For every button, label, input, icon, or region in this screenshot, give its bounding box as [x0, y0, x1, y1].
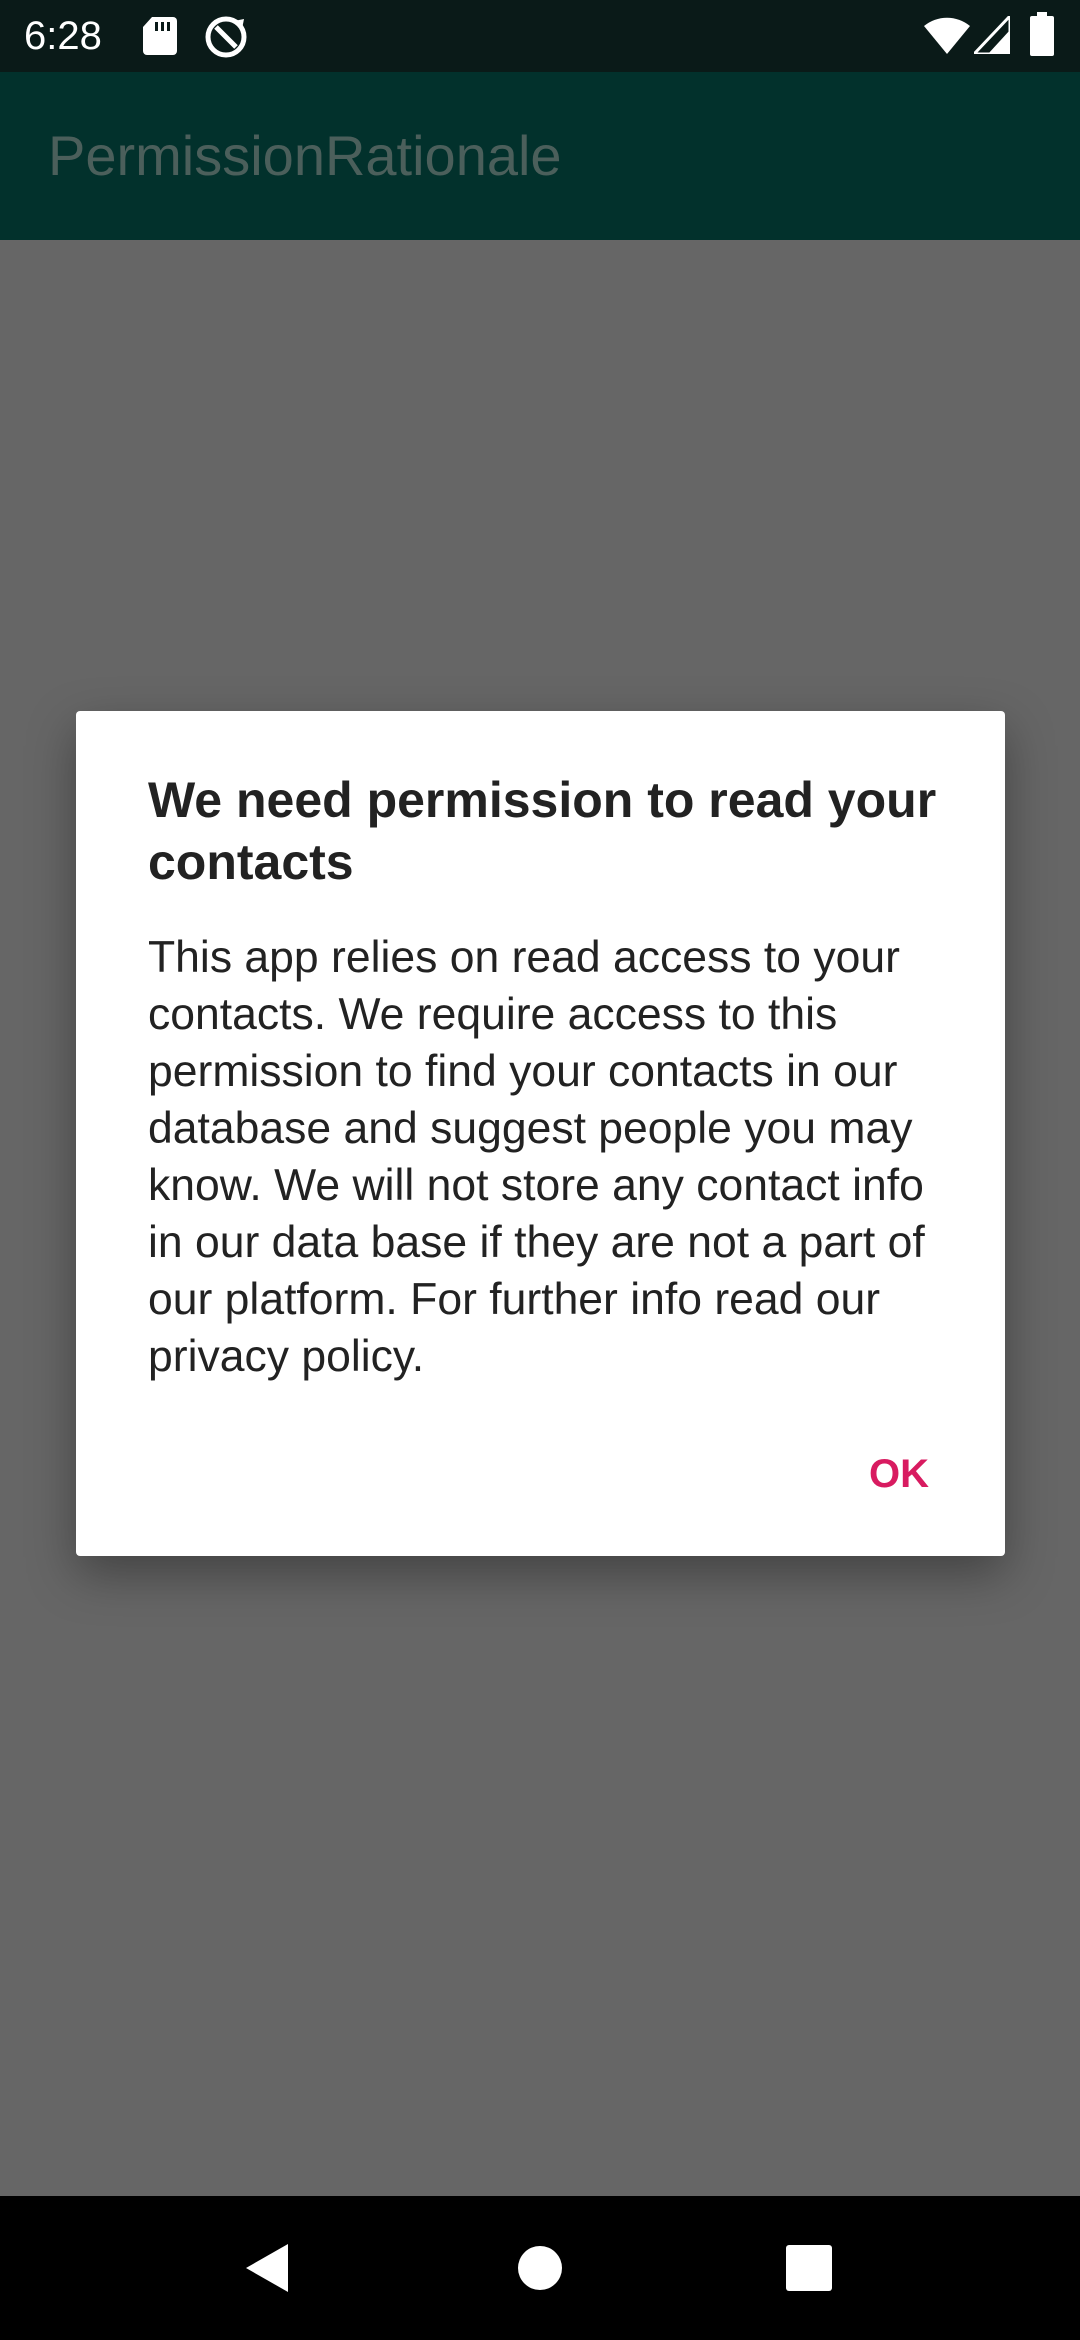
status-bar: 6:28 — [0, 0, 1080, 72]
wifi-icon — [924, 17, 970, 54]
recents-icon[interactable] — [769, 2228, 849, 2308]
home-icon[interactable] — [500, 2228, 580, 2308]
dialog-title: We need permission to read your contacts — [148, 772, 937, 890]
status-time: 6:28 — [24, 14, 102, 58]
navigation-bar — [0, 2196, 1080, 2340]
back-icon[interactable] — [228, 2228, 308, 2308]
app-bar: PermissionRationale — [0, 72, 1080, 240]
signal-icon — [974, 16, 1010, 54]
sd-card-icon — [143, 17, 177, 55]
screen: 6:28 PermissionRationale We need permiss… — [0, 0, 1080, 2340]
app-title: PermissionRationale — [48, 124, 562, 187]
data-saver-icon — [205, 16, 247, 58]
battery-icon — [1030, 12, 1054, 56]
dialog-message: This app relies on read access to your c… — [148, 933, 925, 1381]
permission-dialog: We need permission to read your contacts… — [76, 711, 1005, 1556]
ok-button[interactable]: OK — [865, 1439, 933, 1509]
